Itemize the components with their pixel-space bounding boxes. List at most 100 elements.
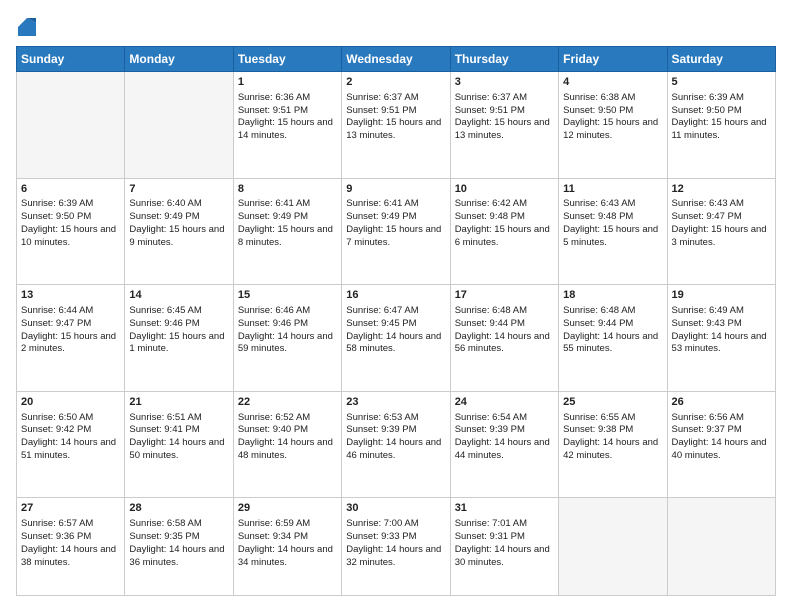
day-number: 27 [21,501,120,516]
calendar-table: SundayMondayTuesdayWednesdayThursdayFrid… [16,46,776,596]
day-info: Sunrise: 6:41 AMSunset: 9:49 PMDaylight:… [238,198,333,247]
calendar-cell: 17 Sunrise: 6:48 AMSunset: 9:44 PMDayligh… [450,285,558,392]
day-number: 16 [346,288,445,303]
calendar-cell: 22 Sunrise: 6:52 AMSunset: 9:40 PMDayligh… [233,391,341,498]
calendar-cell: 27 Sunrise: 6:57 AMSunset: 9:36 PMDayligh… [17,498,125,596]
day-info: Sunrise: 6:48 AMSunset: 9:44 PMDaylight:… [563,305,658,354]
day-info: Sunrise: 6:56 AMSunset: 9:37 PMDaylight:… [672,412,767,461]
calendar-cell: 13 Sunrise: 6:44 AMSunset: 9:47 PMDayligh… [17,285,125,392]
day-number: 15 [238,288,337,303]
calendar-cell: 14 Sunrise: 6:45 AMSunset: 9:46 PMDayligh… [125,285,233,392]
day-number: 30 [346,501,445,516]
day-number: 13 [21,288,120,303]
day-number: 19 [672,288,771,303]
calendar-cell: 5Sunrise: 6:39 AMSunset: 9:50 PMDaylight… [667,72,775,179]
day-info: Sunrise: 6:54 AMSunset: 9:39 PMDaylight:… [455,412,550,461]
day-number: 1 [238,75,337,90]
day-info: Sunrise: 6:45 AMSunset: 9:46 PMDaylight:… [129,305,224,354]
calendar-week-row: 1 Sunrise: 6:36 AMSunset: 9:51 PMDaylight… [17,72,776,179]
day-number: 17 [455,288,554,303]
day-info: Sunrise: 6:57 AMSunset: 9:36 PMDaylight:… [21,518,116,567]
calendar-cell: 24Sunrise: 6:54 AMSunset: 9:39 PMDayligh… [450,391,558,498]
calendar-cell: 18 Sunrise: 6:48 AMSunset: 9:44 PMDayligh… [559,285,667,392]
calendar-cell: 11Sunrise: 6:43 AMSunset: 9:48 PMDayligh… [559,178,667,285]
day-of-week-header: Sunday [17,47,125,72]
calendar-cell [559,498,667,596]
day-info: Sunrise: 6:58 AMSunset: 9:35 PMDaylight:… [129,518,224,567]
calendar-cell: 15 Sunrise: 6:46 AMSunset: 9:46 PMDayligh… [233,285,341,392]
calendar-cell [125,72,233,179]
day-number: 18 [563,288,662,303]
calendar-week-row: 6Sunrise: 6:39 AMSunset: 9:50 PMDaylight… [17,178,776,285]
calendar-cell: 9Sunrise: 6:41 AMSunset: 9:49 PMDaylight… [342,178,450,285]
calendar-cell: 8Sunrise: 6:41 AMSunset: 9:49 PMDaylight… [233,178,341,285]
day-number: 9 [346,182,445,197]
day-number: 21 [129,395,228,410]
day-info: Sunrise: 6:50 AMSunset: 9:42 PMDaylight:… [21,412,116,461]
logo [16,16,36,36]
calendar-cell: 3Sunrise: 6:37 AMSunset: 9:51 PMDaylight… [450,72,558,179]
calendar-week-row: 27 Sunrise: 6:57 AMSunset: 9:36 PMDayligh… [17,498,776,596]
day-info: Sunrise: 6:36 AMSunset: 9:51 PMDaylight:… [238,92,333,141]
day-info: Sunrise: 7:01 AMSunset: 9:31 PMDaylight:… [455,518,550,567]
calendar-week-row: 13 Sunrise: 6:44 AMSunset: 9:47 PMDayligh… [17,285,776,392]
calendar-cell: 28Sunrise: 6:58 AMSunset: 9:35 PMDayligh… [125,498,233,596]
calendar-cell: 2 Sunrise: 6:37 AMSunset: 9:51 PMDaylight… [342,72,450,179]
day-info: Sunrise: 6:53 AMSunset: 9:39 PMDaylight:… [346,412,441,461]
day-info: Sunrise: 6:37 AMSunset: 9:51 PMDaylight:… [346,92,441,141]
day-info: Sunrise: 6:48 AMSunset: 9:44 PMDaylight:… [455,305,550,354]
logo-icon [18,18,36,36]
day-number: 25 [563,395,662,410]
day-number: 12 [672,182,771,197]
day-of-week-header: Wednesday [342,47,450,72]
day-number: 29 [238,501,337,516]
calendar-cell: 25 Sunrise: 6:55 AMSunset: 9:38 PMDayligh… [559,391,667,498]
day-info: Sunrise: 6:44 AMSunset: 9:47 PMDaylight:… [21,305,116,354]
day-info: Sunrise: 6:49 AMSunset: 9:43 PMDaylight:… [672,305,767,354]
header [16,16,776,36]
day-number: 22 [238,395,337,410]
day-of-week-header: Saturday [667,47,775,72]
calendar-cell: 30 Sunrise: 7:00 AMSunset: 9:33 PMDayligh… [342,498,450,596]
day-number: 7 [129,182,228,197]
day-info: Sunrise: 6:37 AMSunset: 9:51 PMDaylight:… [455,92,550,141]
day-number: 20 [21,395,120,410]
day-info: Sunrise: 6:39 AMSunset: 9:50 PMDaylight:… [672,92,767,141]
calendar-cell: 21 Sunrise: 6:51 AMSunset: 9:41 PMDayligh… [125,391,233,498]
calendar-cell: 4 Sunrise: 6:38 AMSunset: 9:50 PMDaylight… [559,72,667,179]
calendar-cell: 1 Sunrise: 6:36 AMSunset: 9:51 PMDaylight… [233,72,341,179]
day-info: Sunrise: 6:59 AMSunset: 9:34 PMDaylight:… [238,518,333,567]
day-info: Sunrise: 6:41 AMSunset: 9:49 PMDaylight:… [346,198,441,247]
day-info: Sunrise: 6:40 AMSunset: 9:49 PMDaylight:… [129,198,224,247]
day-info: Sunrise: 6:43 AMSunset: 9:48 PMDaylight:… [563,198,658,247]
day-info: Sunrise: 6:38 AMSunset: 9:50 PMDaylight:… [563,92,658,141]
day-info: Sunrise: 6:51 AMSunset: 9:41 PMDaylight:… [129,412,224,461]
calendar-cell: 29 Sunrise: 6:59 AMSunset: 9:34 PMDayligh… [233,498,341,596]
day-of-week-header: Friday [559,47,667,72]
day-info: Sunrise: 6:46 AMSunset: 9:46 PMDaylight:… [238,305,333,354]
day-info: Sunrise: 6:52 AMSunset: 9:40 PMDaylight:… [238,412,333,461]
day-of-week-header: Thursday [450,47,558,72]
calendar-cell: 16 Sunrise: 6:47 AMSunset: 9:45 PMDayligh… [342,285,450,392]
calendar-cell: 7Sunrise: 6:40 AMSunset: 9:49 PMDaylight… [125,178,233,285]
calendar-cell: 23Sunrise: 6:53 AMSunset: 9:39 PMDayligh… [342,391,450,498]
day-number: 6 [21,182,120,197]
day-number: 8 [238,182,337,197]
day-of-week-header: Tuesday [233,47,341,72]
calendar-cell [667,498,775,596]
day-info: Sunrise: 6:55 AMSunset: 9:38 PMDaylight:… [563,412,658,461]
day-info: Sunrise: 7:00 AMSunset: 9:33 PMDaylight:… [346,518,441,567]
calendar-cell: 6Sunrise: 6:39 AMSunset: 9:50 PMDaylight… [17,178,125,285]
day-number: 14 [129,288,228,303]
calendar-cell [17,72,125,179]
calendar-cell: 20 Sunrise: 6:50 AMSunset: 9:42 PMDayligh… [17,391,125,498]
day-number: 4 [563,75,662,90]
calendar-week-row: 20 Sunrise: 6:50 AMSunset: 9:42 PMDayligh… [17,391,776,498]
day-number: 31 [455,501,554,516]
day-number: 2 [346,75,445,90]
day-number: 26 [672,395,771,410]
calendar-cell: 26 Sunrise: 6:56 AMSunset: 9:37 PMDayligh… [667,391,775,498]
day-number: 10 [455,182,554,197]
day-number: 11 [563,182,662,197]
day-info: Sunrise: 6:47 AMSunset: 9:45 PMDaylight:… [346,305,441,354]
